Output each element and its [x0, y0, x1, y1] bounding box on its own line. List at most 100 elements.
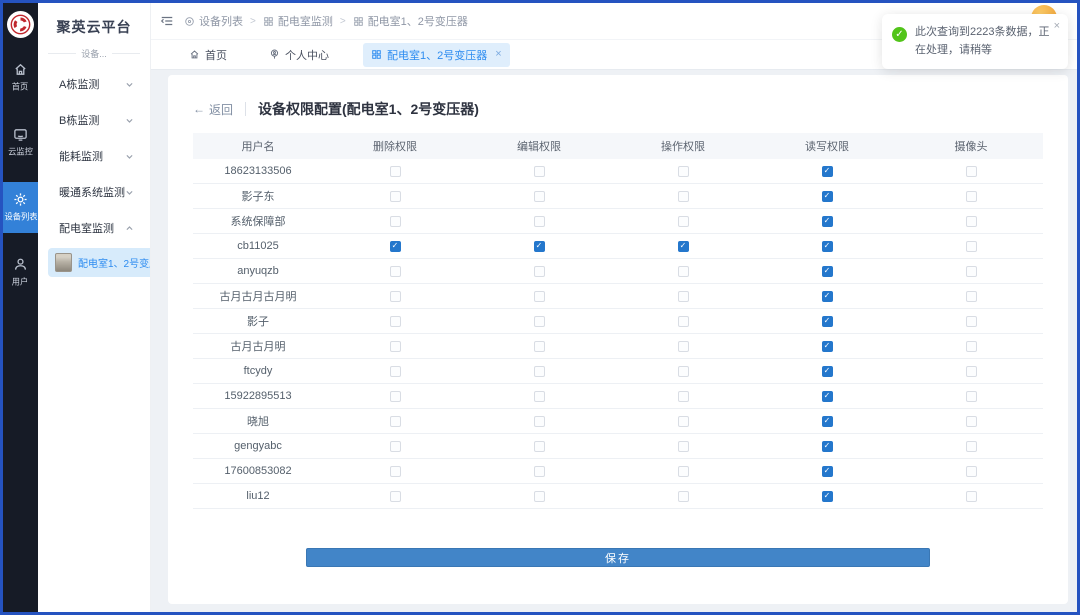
checkbox-edit[interactable]	[534, 491, 545, 502]
checkbox-readwrite[interactable]	[822, 316, 833, 327]
checkbox-operate[interactable]	[678, 341, 689, 352]
permission-cell	[899, 166, 1043, 177]
checkbox-operate[interactable]	[678, 416, 689, 427]
checkbox-edit[interactable]	[534, 366, 545, 377]
checkbox-delete[interactable]	[390, 491, 401, 502]
header-divider	[245, 102, 246, 116]
breadcrumb-item[interactable]: 设备列表	[184, 13, 243, 29]
sidebar-menu-item[interactable]: 配电室监测	[38, 210, 150, 246]
checkbox-delete[interactable]	[390, 466, 401, 477]
checkbox-readwrite[interactable]	[822, 191, 833, 202]
checkbox-edit[interactable]	[534, 391, 545, 402]
checkbox-camera[interactable]	[966, 491, 977, 502]
chevron-up-icon	[125, 224, 134, 233]
rail-item-home[interactable]: 首页	[3, 52, 38, 103]
permission-cell	[467, 391, 611, 402]
checkbox-readwrite[interactable]	[822, 416, 833, 427]
checkbox-delete[interactable]	[390, 191, 401, 202]
tab[interactable]: 首页	[181, 43, 235, 67]
checkbox-delete[interactable]	[390, 341, 401, 352]
sidebar-menu-item[interactable]: 暖通系统监测	[38, 174, 150, 210]
checkbox-camera[interactable]	[966, 466, 977, 477]
checkbox-readwrite[interactable]	[822, 241, 833, 252]
checkbox-operate[interactable]	[678, 466, 689, 477]
checkbox-edit[interactable]	[534, 416, 545, 427]
checkbox-readwrite[interactable]	[822, 216, 833, 227]
toast-close-icon[interactable]: ×	[1054, 21, 1060, 32]
checkbox-edit[interactable]	[534, 466, 545, 477]
checkbox-edit[interactable]	[534, 441, 545, 452]
checkbox-delete[interactable]	[390, 416, 401, 427]
permission-cell	[611, 191, 755, 202]
checkbox-edit[interactable]	[534, 341, 545, 352]
checkbox-edit[interactable]	[534, 266, 545, 277]
checkbox-readwrite[interactable]	[822, 266, 833, 277]
checkbox-operate[interactable]	[678, 366, 689, 377]
checkbox-edit[interactable]	[534, 241, 545, 252]
sidebar-submenu-item[interactable]: 配电室1、2号变压	[48, 248, 150, 277]
checkbox-operate[interactable]	[678, 216, 689, 227]
checkbox-delete[interactable]	[390, 291, 401, 302]
checkbox-delete[interactable]	[390, 316, 401, 327]
checkbox-delete[interactable]	[390, 241, 401, 252]
tab[interactable]: 个人中心	[261, 43, 337, 67]
sidebar-menu-item[interactable]: B栋监测	[38, 102, 150, 138]
rail-item-cloud-monitor[interactable]: 云监控	[3, 117, 38, 168]
checkbox-camera[interactable]	[966, 316, 977, 327]
checkbox-camera[interactable]	[966, 216, 977, 227]
tab-close-icon[interactable]: ×	[495, 49, 501, 60]
checkbox-delete[interactable]	[390, 216, 401, 227]
checkbox-operate[interactable]	[678, 316, 689, 327]
checkbox-operate[interactable]	[678, 191, 689, 202]
checkbox-camera[interactable]	[966, 191, 977, 202]
sidebar-collapse-icon[interactable]	[160, 14, 174, 28]
checkbox-camera[interactable]	[966, 441, 977, 452]
sidebar-menu-item[interactable]: 能耗监测	[38, 138, 150, 174]
breadcrumb-item[interactable]: 配电室监测	[263, 13, 333, 29]
checkbox-edit[interactable]	[534, 291, 545, 302]
checkbox-operate[interactable]	[678, 391, 689, 402]
rail-item-device-list[interactable]: 设备列表	[3, 182, 38, 233]
checkbox-readwrite[interactable]	[822, 441, 833, 452]
checkbox-delete[interactable]	[390, 166, 401, 177]
checkbox-operate[interactable]	[678, 291, 689, 302]
checkbox-edit[interactable]	[534, 216, 545, 227]
checkbox-readwrite[interactable]	[822, 391, 833, 402]
checkbox-operate[interactable]	[678, 241, 689, 252]
checkbox-readwrite[interactable]	[822, 491, 833, 502]
tab[interactable]: 配电室1、2号变压器 ×	[363, 43, 510, 67]
username-cell: cb11025	[193, 240, 323, 252]
checkbox-camera[interactable]	[966, 416, 977, 427]
checkbox-camera[interactable]	[966, 341, 977, 352]
sidebar-menu-item[interactable]: A栋监测	[38, 66, 150, 102]
checkbox-delete[interactable]	[390, 266, 401, 277]
checkbox-readwrite[interactable]	[822, 341, 833, 352]
juying-logo[interactable]	[7, 11, 34, 38]
checkbox-operate[interactable]	[678, 166, 689, 177]
checkbox-delete[interactable]	[390, 366, 401, 377]
checkbox-edit[interactable]	[534, 191, 545, 202]
device-list-icon	[13, 192, 28, 207]
checkbox-operate[interactable]	[678, 491, 689, 502]
save-button[interactable]: 保存	[306, 548, 930, 567]
checkbox-edit[interactable]	[534, 316, 545, 327]
checkbox-camera[interactable]	[966, 241, 977, 252]
rail-item-user[interactable]: 用户	[3, 247, 38, 298]
back-button[interactable]: ← 返回	[193, 101, 233, 118]
checkbox-operate[interactable]	[678, 441, 689, 452]
checkbox-camera[interactable]	[966, 366, 977, 377]
checkbox-delete[interactable]	[390, 441, 401, 452]
checkbox-camera[interactable]	[966, 166, 977, 177]
checkbox-camera[interactable]	[966, 291, 977, 302]
checkbox-operate[interactable]	[678, 266, 689, 277]
checkbox-readwrite[interactable]	[822, 291, 833, 302]
breadcrumb-item[interactable]: 配电室1、2号变压器	[353, 13, 468, 29]
checkbox-camera[interactable]	[966, 266, 977, 277]
checkbox-readwrite[interactable]	[822, 466, 833, 477]
checkbox-edit[interactable]	[534, 166, 545, 177]
checkbox-delete[interactable]	[390, 391, 401, 402]
checkbox-camera[interactable]	[966, 391, 977, 402]
checkbox-readwrite[interactable]	[822, 166, 833, 177]
permission-cell	[323, 291, 467, 302]
checkbox-readwrite[interactable]	[822, 366, 833, 377]
